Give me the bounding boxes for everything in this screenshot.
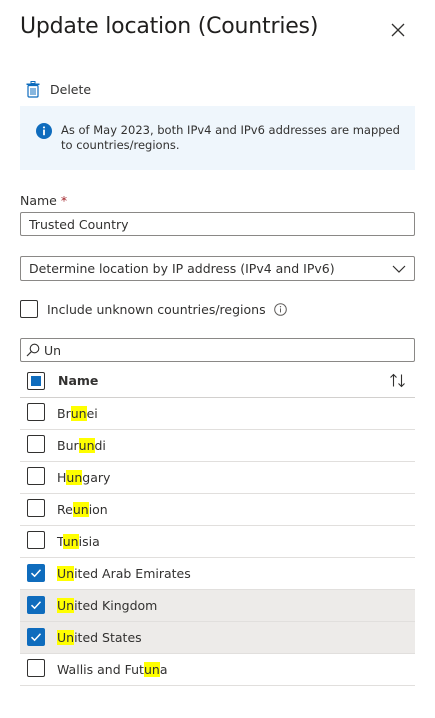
countries-table: Name Brunei Burundi Hungary Reunion Tunisia U… <box>20 364 415 686</box>
panel-title: Update location (Countries) <box>20 14 319 39</box>
trash-icon <box>26 80 40 98</box>
name-prefix: Wallis and Fut <box>57 662 144 677</box>
row-checkbox[interactable] <box>27 530 45 549</box>
info-circle-icon[interactable] <box>273 302 287 316</box>
search-match-highlight: un <box>143 662 160 677</box>
name-suffix: gary <box>82 470 111 485</box>
row-checkbox-wrap <box>27 530 45 553</box>
name-suffix: a <box>159 662 168 677</box>
country-name: Tunisia <box>57 534 100 549</box>
table-row[interactable]: United States <box>20 622 415 654</box>
table-row[interactable]: Hungary <box>20 462 415 494</box>
sort-icon[interactable] <box>389 373 407 388</box>
checkmark-icon <box>30 601 42 610</box>
info-banner: As of May 2023, both IPv4 and IPv6 addre… <box>20 106 415 170</box>
indeterminate-mark <box>31 376 41 386</box>
row-checkbox[interactable] <box>27 658 45 677</box>
row-checkbox[interactable] <box>27 434 45 453</box>
row-checkbox-wrap <box>27 564 45 583</box>
checkmark-icon <box>30 569 42 578</box>
info-message: As of May 2023, both IPv4 and IPv6 addre… <box>61 123 400 152</box>
country-search-box[interactable] <box>20 338 415 362</box>
row-checkbox-wrap <box>27 402 45 425</box>
select-all-checkbox[interactable] <box>27 372 45 390</box>
name-suffix: isia <box>78 534 100 549</box>
search-match-highlight: Un <box>57 598 75 613</box>
country-name: United Kingdom <box>57 598 157 613</box>
table-row[interactable]: Reunion <box>20 494 415 526</box>
search-match-highlight: un <box>78 438 95 453</box>
table-row[interactable]: Tunisia <box>20 526 415 558</box>
chevron-down-icon <box>392 265 406 273</box>
table-row[interactable]: Brunei <box>20 398 415 430</box>
required-marker: * <box>60 193 68 208</box>
close-icon <box>391 23 405 37</box>
name-suffix: ited Kingdom <box>74 598 158 613</box>
row-checkbox-wrap <box>27 596 45 615</box>
row-checkbox-wrap <box>27 658 45 681</box>
name-column-header[interactable]: Name <box>58 373 98 388</box>
country-name: Brunei <box>57 406 98 421</box>
name-suffix: ion <box>88 502 108 517</box>
search-input[interactable] <box>44 342 384 358</box>
name-prefix: T <box>57 534 63 549</box>
delete-button[interactable]: Delete <box>26 78 91 100</box>
search-match-highlight: un <box>70 406 87 421</box>
close-button[interactable] <box>388 20 408 40</box>
row-checkbox[interactable] <box>27 628 45 646</box>
select-all-wrap <box>27 371 45 390</box>
country-name: United States <box>57 630 142 645</box>
delete-label: Delete <box>50 81 92 97</box>
table-row[interactable]: United Kingdom <box>20 590 415 622</box>
name-suffix: di <box>94 438 106 453</box>
row-checkbox[interactable] <box>27 466 45 485</box>
row-checkbox-wrap <box>27 498 45 521</box>
name-field-label: Name * <box>20 193 67 208</box>
name-prefix: H <box>57 470 67 485</box>
search-match-highlight: Un <box>57 566 75 581</box>
country-name: Reunion <box>57 502 108 517</box>
name-input[interactable] <box>20 212 415 236</box>
search-match-highlight: un <box>72 502 89 517</box>
country-name: Hungary <box>57 470 110 485</box>
table-row[interactable]: United Arab Emirates <box>20 558 415 590</box>
row-checkbox-wrap <box>27 628 45 647</box>
search-match-highlight: un <box>62 534 79 549</box>
country-name: Wallis and Futuna <box>57 662 167 677</box>
row-checkbox-wrap <box>27 466 45 489</box>
row-checkbox[interactable] <box>27 498 45 517</box>
location-method-dropdown[interactable]: Determine location by IP address (IPv4 a… <box>20 256 415 281</box>
row-checkbox[interactable] <box>27 402 45 421</box>
checkmark-icon <box>30 633 42 642</box>
row-checkbox-wrap <box>27 434 45 457</box>
name-prefix: Re <box>57 502 73 517</box>
search-match-highlight: Un <box>57 630 75 645</box>
name-prefix: Bur <box>57 438 79 453</box>
include-unknown-label: Include unknown countries/regions <box>47 301 266 317</box>
include-unknown-option: Include unknown countries/regions <box>20 298 287 320</box>
table-body: Brunei Burundi Hungary Reunion Tunisia United… <box>20 398 415 686</box>
table-row[interactable]: Burundi <box>20 430 415 462</box>
name-prefix: Br <box>57 406 71 421</box>
name-suffix: ei <box>86 406 98 421</box>
name-label-text: Name <box>20 193 57 208</box>
country-name: United Arab Emirates <box>57 566 191 581</box>
location-method-value: Determine location by IP address (IPv4 a… <box>29 261 335 276</box>
search-match-highlight: un <box>66 470 83 485</box>
table-row[interactable]: Wallis and Futuna <box>20 654 415 686</box>
search-icon <box>26 343 40 357</box>
country-name: Burundi <box>57 438 106 453</box>
table-header: Name <box>20 364 415 398</box>
row-checkbox[interactable] <box>27 596 45 614</box>
name-suffix: ited Arab Emirates <box>74 566 191 581</box>
info-icon <box>36 123 52 139</box>
name-suffix: ited States <box>74 630 142 645</box>
row-checkbox[interactable] <box>27 564 45 582</box>
include-unknown-checkbox[interactable] <box>20 300 38 318</box>
